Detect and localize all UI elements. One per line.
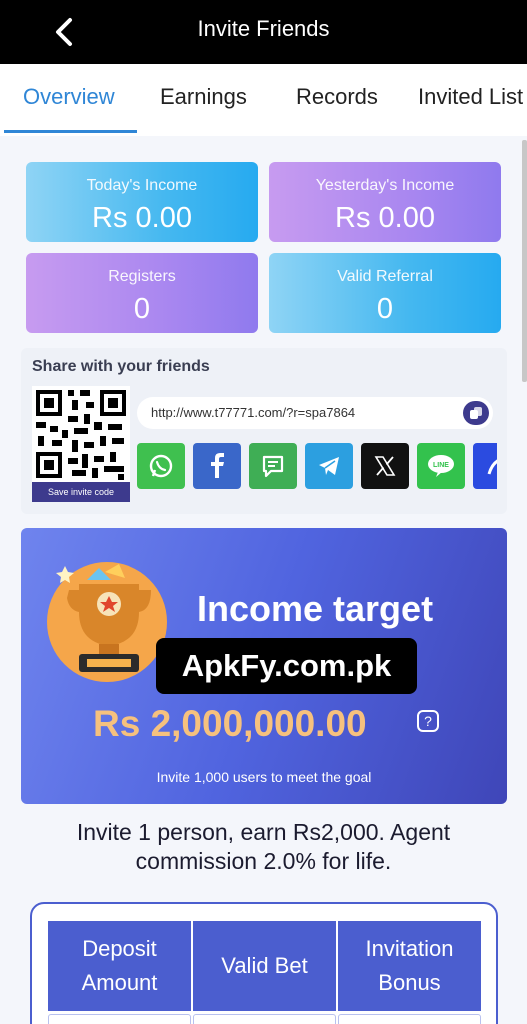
today-income-card[interactable]: Today's Income Rs 0.00 [26, 162, 258, 242]
bonus-table: Deposit Amount Valid Bet Invitation Bonu… [30, 902, 498, 1024]
valid-referral-value: 0 [376, 293, 394, 325]
whatsapp-share-button[interactable] [137, 443, 185, 489]
telegram-icon [319, 457, 339, 475]
more-share-icon [487, 459, 497, 475]
registers-card[interactable]: Registers 0 [26, 253, 258, 333]
tab-invited-list[interactable]: Invited List [418, 84, 523, 110]
invite-reward-line-2: commission 2.0% for life. [135, 848, 392, 874]
invite-link-text: http://www.t77771.com/?r=spa7864 [151, 405, 356, 420]
table-cell [338, 1014, 481, 1024]
tab-bar: Overview Earnings Records Invited List [0, 64, 527, 136]
sms-share-button[interactable] [249, 443, 297, 489]
income-target-banner: Income target ApkFy.com.pk Rs 2,000,000.… [21, 528, 507, 804]
whatsapp-icon [149, 454, 173, 478]
yesterday-income-card[interactable]: Yesterday's Income Rs 0.00 [269, 162, 501, 242]
table-cell [193, 1014, 336, 1024]
sms-icon [262, 455, 284, 478]
social-share-row: LINE [137, 441, 497, 491]
table-header-deposit-amount: Deposit Amount [48, 921, 191, 1011]
yesterday-income-label: Yesterday's Income [315, 177, 455, 194]
top-bar: Invite Friends [0, 0, 527, 64]
share-panel: Share with your friends Save invite code… [21, 348, 507, 514]
svg-text:LINE: LINE [433, 462, 449, 469]
copy-link-button[interactable] [463, 401, 489, 425]
copy-icon [470, 407, 482, 419]
line-icon: LINE [428, 455, 454, 477]
income-target-amount: Rs 2,000,000.00 [93, 703, 367, 744]
more-share-button[interactable] [473, 443, 497, 489]
watermark-badge: ApkFy.com.pk [156, 638, 417, 694]
valid-referral-card[interactable]: Valid Referral 0 [269, 253, 501, 333]
invite-link-field[interactable]: http://www.t77771.com/?r=spa7864 [137, 397, 493, 429]
save-invite-code-button[interactable]: Save invite code [32, 482, 130, 502]
scrollbar[interactable] [522, 140, 527, 382]
income-target-subtitle: Invite 1,000 users to meet the goal [156, 769, 372, 785]
line-share-button[interactable]: LINE [417, 443, 465, 489]
today-income-value: Rs 0.00 [92, 202, 192, 234]
help-button[interactable]: ? [417, 710, 439, 732]
tab-earnings[interactable]: Earnings [160, 84, 247, 110]
table-cell [48, 1014, 191, 1024]
active-tab-indicator [4, 130, 137, 133]
invite-reward-line-1: Invite 1 person, earn Rs2,000. Agent [76, 819, 451, 845]
yesterday-income-value: Rs 0.00 [335, 202, 435, 234]
table-header-valid-bet: Valid Bet [193, 921, 336, 1011]
facebook-icon [211, 453, 224, 478]
share-title: Share with your friends [32, 358, 210, 375]
x-icon [374, 456, 396, 476]
tab-overview[interactable]: Overview [23, 84, 115, 110]
page-title: Invite Friends [197, 16, 330, 41]
registers-value: 0 [133, 293, 151, 325]
income-target-title: Income target [197, 588, 434, 629]
qr-code[interactable] [32, 386, 130, 482]
table-header-invitation-bonus: Invitation Bonus [338, 921, 481, 1011]
telegram-share-button[interactable] [305, 443, 353, 489]
x-share-button[interactable] [361, 443, 409, 489]
invite-reward-text: Invite 1 person, earn Rs2,000. Agent com… [0, 818, 527, 876]
valid-referral-label: Valid Referral [337, 268, 433, 285]
facebook-share-button[interactable] [193, 443, 241, 489]
tab-records[interactable]: Records [296, 84, 378, 110]
today-income-label: Today's Income [86, 177, 198, 194]
registers-label: Registers [108, 268, 176, 285]
